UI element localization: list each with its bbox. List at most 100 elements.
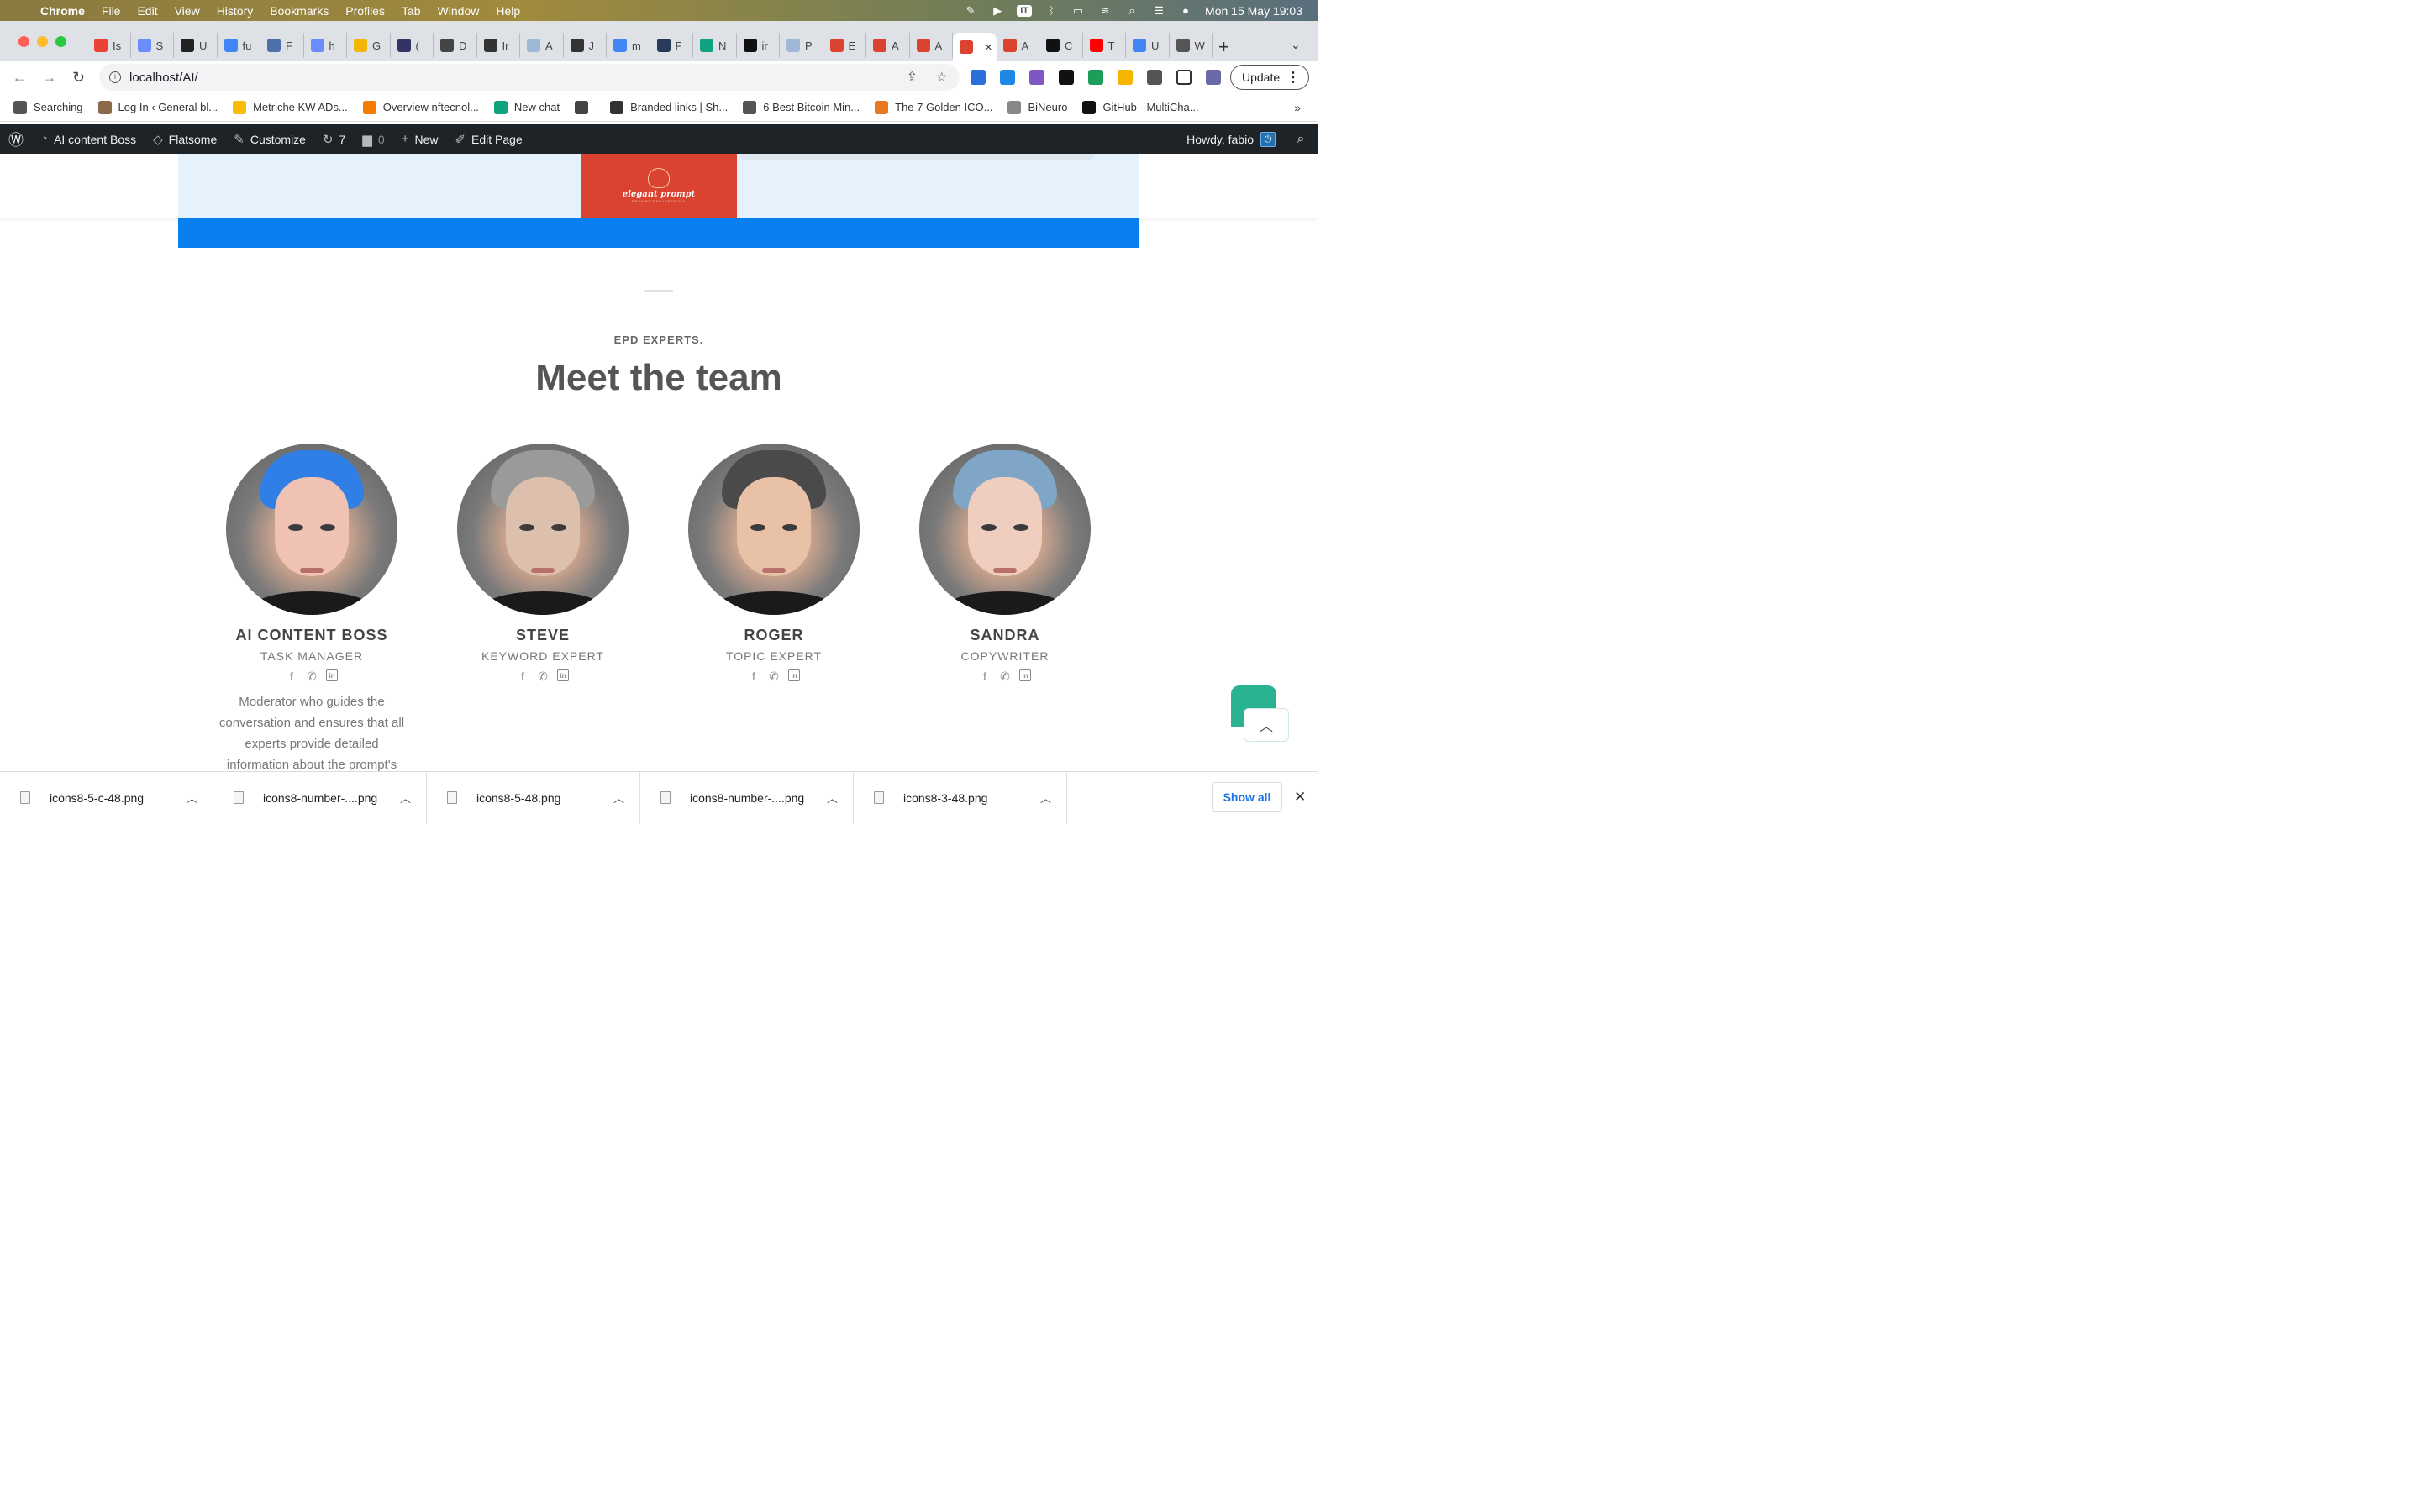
bookmark-item[interactable]: The 7 Golden ICO...: [875, 100, 992, 114]
bookmark-item[interactable]: [575, 100, 595, 114]
linkedin-icon[interactable]: in: [557, 669, 569, 681]
bookmark-item[interactable]: Log In ‹ General bl...: [97, 100, 218, 114]
wp-search-icon[interactable]: ⌕: [1284, 132, 1318, 147]
facebook-icon[interactable]: f: [748, 669, 760, 683]
browser-tab[interactable]: A: [997, 33, 1039, 58]
chrome-menu-icon[interactable]: ⋮: [1286, 69, 1300, 86]
wp-account[interactable]: Howdy, fabio ⏻: [1186, 131, 1284, 147]
phone-icon[interactable]: ✆: [999, 669, 1011, 683]
menubar-clock[interactable]: Mon 15 May 19:03: [1205, 4, 1302, 18]
tab-search-chevron-icon[interactable]: ⌄: [1291, 38, 1301, 52]
battery-icon[interactable]: ▭: [1071, 4, 1086, 17]
bookmark-item[interactable]: Overview nftecnol...: [362, 100, 479, 114]
browser-tab[interactable]: A: [910, 33, 953, 58]
menu-tab[interactable]: Tab: [393, 4, 429, 18]
extension-purple-icon[interactable]: [1029, 70, 1044, 85]
facebook-icon[interactable]: f: [979, 669, 991, 683]
menu-file[interactable]: File: [93, 4, 129, 18]
extension-kp-icon[interactable]: [971, 70, 986, 85]
address-bar[interactable]: i localhost/AI/ ⇪ ☆: [99, 64, 960, 91]
browser-tab[interactable]: N: [693, 33, 737, 58]
phone-icon[interactable]: ✆: [537, 669, 549, 683]
facebook-icon[interactable]: f: [286, 669, 297, 683]
browser-tab[interactable]: P: [780, 33, 823, 58]
profile-avatar-icon[interactable]: [1206, 70, 1221, 85]
close-tab-icon[interactable]: ×: [985, 40, 992, 55]
side-panel-icon[interactable]: [1176, 70, 1192, 85]
menu-edit[interactable]: Edit: [129, 4, 166, 18]
back-button[interactable]: ←: [5, 69, 34, 87]
linkedin-icon[interactable]: in: [1019, 669, 1031, 681]
scroll-to-top-button[interactable]: ︿: [1244, 708, 1289, 742]
browser-tab[interactable]: U: [174, 33, 218, 58]
zoom-window-button[interactable]: [55, 36, 66, 47]
browser-tab[interactable]: W: [1170, 33, 1213, 58]
browser-tab[interactable]: J: [564, 33, 607, 58]
browser-tab[interactable]: Ir: [477, 33, 520, 58]
download-item[interactable]: icons8-number-....png ︿: [640, 771, 854, 824]
download-item[interactable]: icons8-5-48.png ︿: [427, 771, 640, 824]
wp-comments[interactable]: ▆ 0: [354, 132, 392, 147]
play-icon[interactable]: ▶: [990, 4, 1005, 17]
show-all-downloads-button[interactable]: Show all: [1212, 782, 1282, 812]
browser-tab[interactable]: A: [520, 33, 564, 58]
browser-tab[interactable]: F: [650, 33, 693, 58]
browser-tab[interactable]: m: [607, 33, 650, 58]
chevron-up-icon[interactable]: ︿: [613, 790, 624, 806]
extension-reader-icon[interactable]: [1000, 70, 1015, 85]
browser-tab[interactable]: S: [131, 33, 174, 58]
browser-tab[interactable]: D: [434, 33, 477, 58]
browser-tab[interactable]: U: [1126, 33, 1170, 58]
mute-icon[interactable]: ✎: [963, 4, 978, 17]
header-search-pill[interactable]: [736, 154, 1097, 160]
wp-updates[interactable]: ↻ 7: [314, 132, 354, 147]
download-item[interactable]: icons8-3-48.png ︿: [854, 771, 1067, 824]
close-downloads-icon[interactable]: ✕: [1294, 789, 1306, 806]
browser-tab[interactable]: T: [1083, 33, 1126, 58]
menu-app-chrome[interactable]: Chrome: [30, 4, 93, 18]
phone-icon[interactable]: ✆: [768, 669, 780, 683]
browser-tab[interactable]: ×: [953, 33, 997, 61]
wp-site-name[interactable]: ◔ AI content Boss: [32, 132, 145, 146]
siri-icon[interactable]: ●: [1178, 4, 1193, 17]
wifi-icon[interactable]: ≋: [1097, 4, 1113, 17]
menu-profiles[interactable]: Profiles: [337, 4, 393, 18]
close-window-button[interactable]: [18, 36, 29, 47]
browser-tab[interactable]: C: [1039, 33, 1083, 58]
new-tab-button[interactable]: +: [1218, 36, 1229, 58]
wordpress-logo-icon[interactable]: Ⓦ: [0, 129, 32, 150]
menu-window[interactable]: Window: [429, 4, 488, 18]
browser-tab[interactable]: E: [823, 33, 866, 58]
bookmark-item[interactable]: 6 Best Bitcoin Min...: [743, 100, 860, 114]
bookmark-item[interactable]: BiNeuro: [1007, 100, 1067, 114]
control-center-icon[interactable]: ☰: [1151, 4, 1166, 17]
bookmark-item[interactable]: New chat: [493, 100, 560, 114]
bookmark-item[interactable]: Metriche KW ADs...: [233, 100, 348, 114]
wp-customize[interactable]: ✎ Customize: [225, 132, 314, 147]
browser-tab[interactable]: (: [391, 33, 434, 58]
site-info-icon[interactable]: i: [109, 71, 121, 83]
browser-tab[interactable]: Is: [87, 33, 131, 58]
browser-tab[interactable]: G: [347, 33, 391, 58]
reload-button[interactable]: ↻: [64, 69, 93, 87]
extension-bolt-icon[interactable]: [1118, 70, 1133, 85]
bookmark-star-icon[interactable]: ☆: [936, 69, 948, 86]
menu-help[interactable]: Help: [487, 4, 529, 18]
forward-button[interactable]: →: [34, 69, 64, 87]
chevron-up-icon[interactable]: ︿: [400, 790, 411, 806]
download-item[interactable]: icons8-5-c-48.png ︿: [0, 771, 213, 824]
browser-tab[interactable]: h: [304, 33, 347, 58]
extension-chatgpt-icon[interactable]: [1059, 70, 1074, 85]
bookmark-item[interactable]: GitHub - MultiCha...: [1082, 100, 1199, 114]
menu-view[interactable]: View: [166, 4, 208, 18]
menu-history[interactable]: History: [208, 4, 262, 18]
wp-edit-page[interactable]: ✐ Edit Page: [446, 132, 530, 147]
phone-icon[interactable]: ✆: [306, 669, 318, 683]
share-icon[interactable]: ⇪: [907, 69, 918, 86]
bluetooth-icon[interactable]: ᛒ: [1044, 4, 1059, 17]
minimize-window-button[interactable]: [37, 36, 48, 47]
browser-tab[interactable]: F: [260, 33, 304, 58]
extensions-puzzle-icon[interactable]: [1147, 70, 1162, 85]
spotlight-icon[interactable]: ⌕: [1124, 4, 1139, 17]
menu-bookmarks[interactable]: Bookmarks: [261, 4, 337, 18]
